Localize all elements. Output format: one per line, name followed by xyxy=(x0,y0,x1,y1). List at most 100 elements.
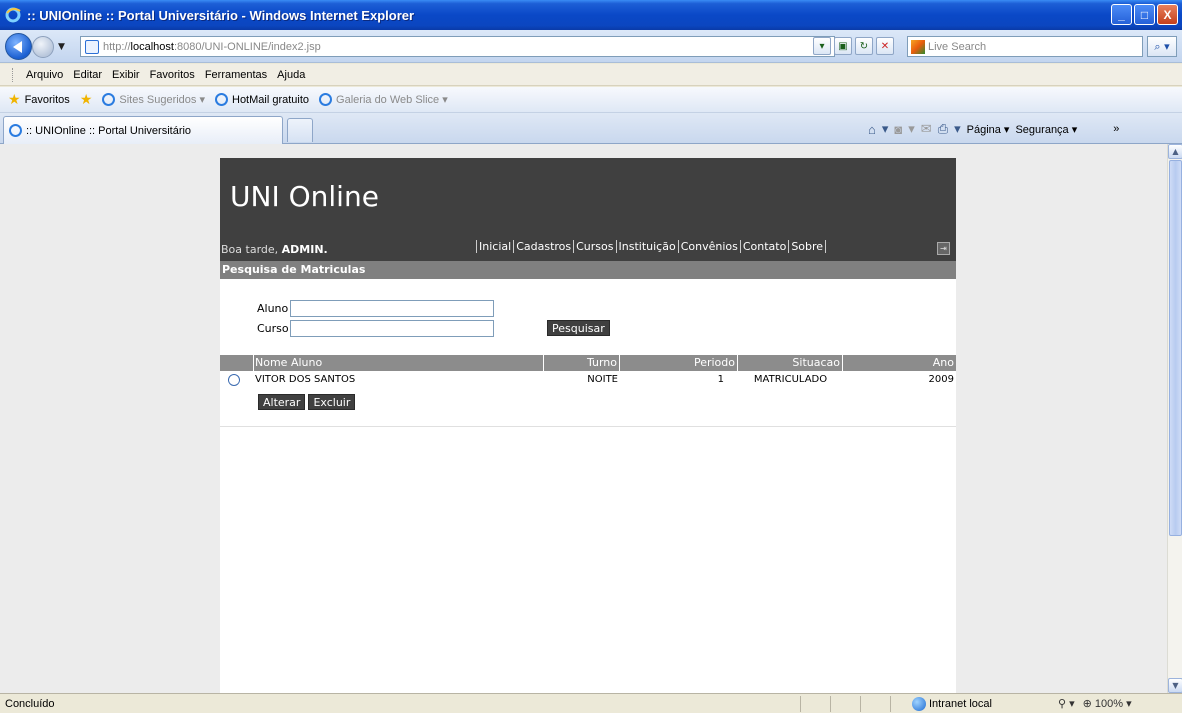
menu-arquivo[interactable]: Arquivo xyxy=(21,69,68,81)
minimize-button[interactable]: _ xyxy=(1111,4,1132,25)
menu-favoritos[interactable]: Favoritos xyxy=(145,69,200,81)
ie-page-icon xyxy=(319,93,333,106)
header-periodo: Periodo xyxy=(620,355,738,371)
aluno-label: Aluno xyxy=(257,301,289,315)
nav-convenios[interactable]: Convênios xyxy=(677,240,740,253)
table-header: Nome Aluno Turno Periodo Situacao Ano xyxy=(220,355,956,371)
tab-bar: :: UNIOnline :: Portal Universitário ⌂ ▾… xyxy=(0,113,1182,144)
menu-exibir[interactable]: Exibir xyxy=(107,69,145,81)
add-favorite-button[interactable]: ★ xyxy=(80,91,93,108)
web-slice-label: Galeria do Web Slice ▾ xyxy=(336,94,448,106)
content-divider xyxy=(220,426,956,427)
window-title: :: UNIOnline :: Portal Universitário - W… xyxy=(27,7,415,23)
command-bar: ⌂ ▾ ◙ ▾ ✉ ⎙ ▾ Página ▾ Segurança ▾ » xyxy=(868,121,1119,137)
forward-button[interactable] xyxy=(32,36,54,58)
close-button[interactable]: X xyxy=(1157,4,1178,25)
page-menu-button[interactable]: Página ▾ xyxy=(967,123,1010,136)
nav-inicial[interactable]: Inicial xyxy=(476,240,513,253)
aluno-input[interactable] xyxy=(290,299,494,317)
page-icon xyxy=(85,39,99,54)
compatibility-view-icon[interactable]: ▣ xyxy=(834,37,852,55)
header-situacao: Situacao xyxy=(738,355,843,371)
tab-active[interactable]: :: UNIOnline :: Portal Universitário xyxy=(3,116,283,144)
favorites-bar: ★ Favoritos ★ Sites Sugeridos ▾ HotMail … xyxy=(0,87,1182,113)
curso-input[interactable] xyxy=(290,319,494,337)
search-form: Aluno Curso xyxy=(257,298,494,338)
status-divider xyxy=(800,696,801,712)
more-commands-button[interactable]: » xyxy=(1113,123,1119,135)
zoom-control[interactable]: ⚲ ▾ ⊕ 100% ▾ xyxy=(1058,697,1132,710)
status-bar: Concluído Intranet local ⚲ ▾ ⊕ 100% ▾ xyxy=(0,693,1182,713)
menu-ajuda[interactable]: Ajuda xyxy=(272,69,310,81)
scroll-up-icon[interactable]: ▲ xyxy=(1168,144,1182,159)
search-placeholder: Live Search xyxy=(928,40,987,53)
suggested-sites-label: Sites Sugeridos ▾ xyxy=(119,94,205,106)
status-divider xyxy=(830,696,831,712)
status-divider xyxy=(890,696,891,712)
cell-nome: VITOR DOS SANTOS xyxy=(255,374,356,385)
header-nome-aluno: Nome Aluno xyxy=(254,355,544,371)
feeds-icon[interactable]: ◙ xyxy=(894,122,902,137)
nav-cadastros[interactable]: Cadastros xyxy=(513,240,573,253)
home-icon[interactable]: ⌂ xyxy=(868,122,876,137)
intranet-globe-icon xyxy=(912,697,926,711)
logout-icon[interactable]: ⇥ xyxy=(937,242,950,255)
address-input[interactable]: http://localhost:8080/UNI-ONLINE/index2.… xyxy=(80,36,835,57)
dropdown-icon[interactable]: ▾ xyxy=(954,121,961,137)
user-name: ADMIN. xyxy=(281,243,328,256)
menu-editar[interactable]: Editar xyxy=(68,69,107,81)
search-go-button[interactable]: ⌕ ▾ xyxy=(1147,36,1177,57)
zoom-label[interactable]: ⊕ 100% ▾ xyxy=(1083,697,1132,710)
nav-sobre[interactable]: Sobre xyxy=(788,240,827,253)
menu-ferramentas[interactable]: Ferramentas xyxy=(200,69,272,81)
protected-mode-icon[interactable]: ⚲ ▾ xyxy=(1058,697,1075,710)
security-zone[interactable]: Intranet local xyxy=(912,697,992,711)
read-mail-icon[interactable]: ✉ xyxy=(921,121,932,137)
toolbar-grip[interactable] xyxy=(12,67,15,82)
back-button[interactable] xyxy=(5,33,32,60)
web-slice-gallery-link[interactable]: Galeria do Web Slice ▾ xyxy=(319,93,448,106)
scroll-thumb[interactable] xyxy=(1169,160,1182,536)
live-search-icon xyxy=(911,39,925,54)
favorites-star-icon: ★ xyxy=(8,91,21,107)
scroll-down-icon[interactable]: ▼ xyxy=(1168,678,1182,693)
nav-contato[interactable]: Contato xyxy=(739,240,788,253)
favorites-label: Favoritos xyxy=(24,93,70,106)
dropdown-icon[interactable]: ▾ xyxy=(882,121,889,137)
excluir-button[interactable]: Excluir xyxy=(308,394,356,410)
suggested-sites-link[interactable]: Sites Sugeridos ▾ xyxy=(102,93,205,106)
main-nav: Inicial Cadastros Cursos Instituição Con… xyxy=(476,240,827,253)
new-tab-button[interactable] xyxy=(287,118,313,142)
stop-icon[interactable]: ✕ xyxy=(876,37,894,55)
dropdown-icon[interactable]: ▾ xyxy=(908,121,915,137)
vertical-scrollbar[interactable]: ▲ ▼ xyxy=(1167,144,1182,693)
internet-explorer-icon xyxy=(5,7,21,23)
hotmail-link[interactable]: HotMail gratuito xyxy=(215,93,309,106)
address-dropdown-icon[interactable]: ▾ xyxy=(813,37,831,55)
cell-situacao: MATRICULADO xyxy=(753,374,828,385)
cell-turno: NOITE xyxy=(587,374,618,385)
refresh-icon[interactable]: ↻ xyxy=(855,37,873,55)
safety-menu-button[interactable]: Segurança ▾ xyxy=(1015,123,1077,136)
alterar-button[interactable]: Alterar xyxy=(258,394,306,410)
page-viewport: UNI Online Boa tarde, ADMIN. Inicial Cad… xyxy=(0,144,1167,693)
nav-cursos[interactable]: Cursos xyxy=(573,240,615,253)
search-input[interactable]: Live Search xyxy=(907,36,1143,57)
window-title-bar[interactable]: :: UNIOnline :: Portal Universitário - W… xyxy=(0,0,1182,30)
table-row[interactable]: VITOR DOS SANTOS NOITE 1 MATRICULADO 200… xyxy=(220,371,956,389)
address-toolbar: ▼ http://localhost:8080/UNI-ONLINE/index… xyxy=(0,30,1182,63)
site-title: UNI Online xyxy=(230,180,379,213)
maximize-button[interactable]: □ xyxy=(1134,4,1155,25)
print-icon[interactable]: ⎙ xyxy=(938,121,948,137)
nav-instituicao[interactable]: Instituição xyxy=(615,240,678,253)
ie-page-icon xyxy=(9,124,22,137)
ie-page-icon xyxy=(102,93,116,106)
header-select xyxy=(220,355,254,371)
recent-pages-dropdown-icon[interactable]: ▼ xyxy=(58,42,65,52)
menu-bar: Arquivo Editar Exibir Favoritos Ferramen… xyxy=(0,64,1182,86)
cell-periodo: 1 xyxy=(717,374,724,385)
search-button[interactable]: Pesquisar xyxy=(547,320,610,336)
tab-label: :: UNIOnline :: Portal Universitário xyxy=(26,124,192,137)
favorites-button[interactable]: ★ Favoritos xyxy=(8,91,70,108)
row-select-radio[interactable] xyxy=(228,374,240,386)
